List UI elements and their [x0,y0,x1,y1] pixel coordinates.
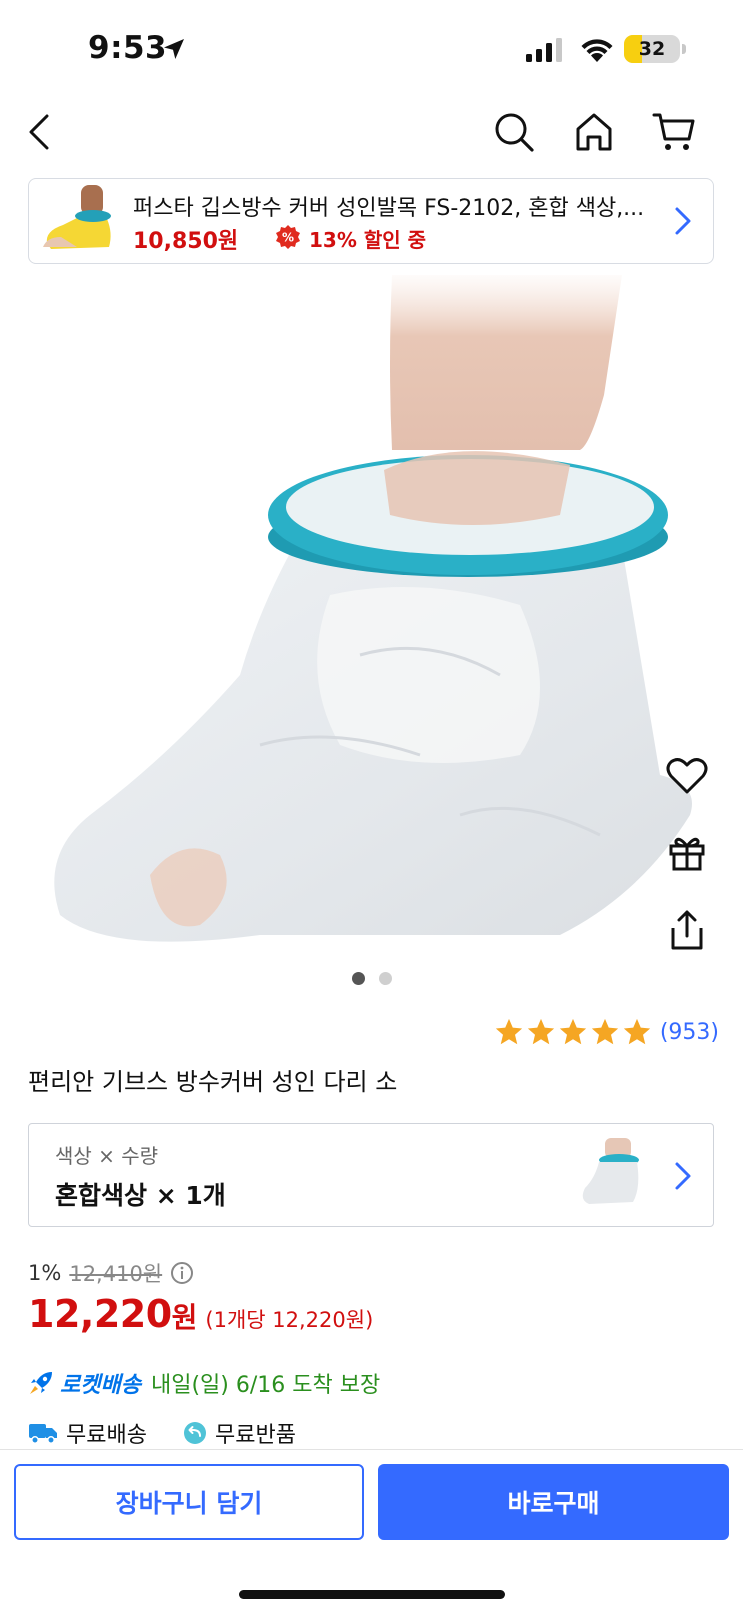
discount-rate: 1% [28,1261,62,1285]
cart-icon[interactable] [648,106,700,158]
rocket-icon [30,1372,52,1394]
gallery-dot[interactable] [351,972,365,985]
star-icon [559,1018,586,1045]
buy-now-button[interactable]: 바로구매 [378,1464,729,1540]
unit-price: (1개당 12,220원) [205,1308,374,1332]
star-icon [527,1018,554,1045]
top-nav [0,100,743,170]
final-price: 12,220 [28,1292,172,1336]
info-icon[interactable] [170,1261,194,1285]
gift-icon[interactable] [661,826,713,878]
final-price-row: 12,220원 (1개당 12,220원) [28,1292,373,1336]
back-icon[interactable] [14,106,66,158]
free-shipping-label: 무료배송 [66,1423,147,1448]
cellular-signal-icon [526,38,562,62]
option-label: 색상 × 수량 [55,1144,159,1168]
status-bar: 9:53 32 [0,0,743,100]
return-icon [183,1422,206,1444]
shipping-perks: 무료배송 무료반품 [28,1417,296,1449]
summary-discount: 13% 할인 중 [309,228,426,252]
summary-thumbnail [43,185,111,249]
home-indicator [239,1590,505,1599]
delivery-info: 로켓배송 내일(일) 6/16 도착 보장 [28,1367,380,1399]
star-icon [495,1018,522,1045]
rating[interactable]: (953) [494,1017,719,1047]
summary-title: 퍼스타 깁스방수 커버 성인발목 FS-2102, 혼합 색상,... [133,196,645,221]
gallery-dot[interactable] [378,972,392,985]
star-icon [591,1018,618,1045]
discount-badge-icon: % [276,225,300,249]
battery-indicator: 32 [624,35,680,63]
search-icon[interactable] [488,106,540,158]
option-value: 혼합색상 × 1개 [55,1181,226,1210]
wifi-icon [581,39,613,62]
price-discount-row: 1% 12,410원 [28,1258,194,1288]
heart-icon[interactable] [661,750,713,802]
final-price-currency: 원 [171,1301,198,1334]
review-count[interactable]: (953) [660,1020,719,1045]
product-image[interactable] [0,275,743,975]
free-return-label: 무료반품 [214,1423,296,1448]
home-icon[interactable] [568,106,620,158]
location-arrow-icon [164,39,184,59]
summary-price: 10,850원 [133,229,239,254]
status-time: 9:53 [88,30,168,66]
delivery-date: 내일(일) 6/16 도착 보장 [150,1373,381,1398]
original-price: 12,410원 [69,1262,163,1286]
add-to-cart-button[interactable]: 장바구니 담기 [14,1464,364,1540]
chevron-right-icon [675,1162,691,1190]
svg-text:%: % [282,231,294,245]
bottom-action-bar: 장바구니 담기 바로구매 [0,1449,743,1611]
rocket-delivery-label: 로켓배송 [60,1373,141,1398]
option-selector[interactable]: 색상 × 수량 혼합색상 × 1개 [28,1123,714,1227]
star-rating [494,1017,652,1047]
option-thumbnail [582,1138,639,1204]
chevron-right-icon [675,207,691,235]
share-icon[interactable] [661,904,713,956]
battery-percent: 32 [638,38,666,60]
battery-cap [682,44,686,54]
gallery-pagination [0,972,743,985]
star-icon [623,1018,650,1045]
product-summary-card[interactable]: 퍼스타 깁스방수 커버 성인발목 FS-2102, 혼합 색상,... 10,8… [28,178,714,264]
truck-icon [29,1424,57,1444]
product-title: 편리안 기브스 방수커버 성인 다리 소 [28,1068,398,1096]
